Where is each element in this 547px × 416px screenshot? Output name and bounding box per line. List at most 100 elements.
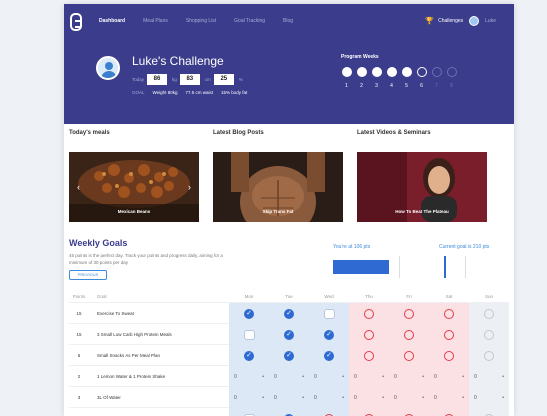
row-points: 15 [76,332,82,337]
day-cell[interactable]: 0 • [469,366,509,387]
day-cell[interactable]: 0 • [309,366,349,387]
day-cell[interactable] [349,324,389,345]
day-cell[interactable] [469,324,509,345]
stepper-dot[interactable]: • [342,395,344,401]
nav-dashboard[interactable]: Dashboard [99,18,125,24]
day-cell[interactable]: 0 • [349,387,389,408]
day-cell[interactable]: ✓ [309,324,349,345]
stepper-value: 0 [354,373,357,380]
waist-input[interactable]: 83 [179,74,200,85]
chevron-left-icon[interactable]: ‹ [77,182,80,192]
day-cell[interactable] [309,303,349,324]
day-cell[interactable]: 0 • [429,387,469,408]
day-cell[interactable] [469,408,509,416]
goal-label: GOAL [132,90,145,95]
bodyfat-unit: % [238,77,243,82]
day-cell[interactable]: 0 • [349,366,389,387]
day-cell[interactable] [229,324,269,345]
stepper-dot[interactable]: • [502,395,504,401]
day-cell[interactable] [229,408,269,416]
day-cell[interactable] [309,408,349,416]
stepper-value: 0 [474,373,477,380]
day-cell[interactable] [349,408,389,416]
day-cell[interactable]: ✓ [269,345,309,366]
day-cell[interactable] [429,303,469,324]
day-cell[interactable]: 0 • [269,387,309,408]
check-icon: ✓ [284,329,294,340]
stepper-dot[interactable]: • [262,374,264,380]
week-1[interactable]: 1 [341,67,352,89]
nav-goal-tracking[interactable]: Goal Tracking [234,18,265,24]
week-6[interactable]: 6 [416,67,427,89]
stepper-dot[interactable]: • [302,374,304,380]
day-cell[interactable] [349,345,389,366]
stepper-dot[interactable]: • [422,374,424,380]
user-avatar[interactable] [469,16,480,26]
week-5[interactable]: 5 [401,67,412,89]
profile-avatar[interactable] [96,56,120,80]
day-cell[interactable] [389,303,429,324]
week-3[interactable]: 3 [371,67,382,89]
day-cell[interactable]: ✓ [269,408,309,416]
nav-user-name[interactable]: Luke [485,18,496,24]
day-cell[interactable] [389,408,429,416]
week-2[interactable]: 2 [356,67,367,89]
goal-points-label: Current goal is 210 pts [439,244,490,250]
empty-circle-icon [364,308,374,319]
empty-circle-icon [404,329,414,340]
meal-card[interactable]: Mexican Beans ‹ › [69,152,199,222]
day-cell[interactable]: ✓ [229,345,269,366]
day-cell[interactable]: 0 • [429,366,469,387]
stepper-dot[interactable]: • [502,374,504,380]
day-cell[interactable]: 0 • [309,387,349,408]
day-cell[interactable] [389,324,429,345]
day-cell[interactable] [389,345,429,366]
nav-meal-plans[interactable]: Meal Plans [143,18,168,24]
week-7[interactable]: 7 [431,67,442,89]
day-cell[interactable] [469,345,509,366]
weight-input[interactable]: 86 [147,74,168,85]
stepper-dot[interactable]: • [422,395,424,401]
day-cell[interactable]: ✓ [309,345,349,366]
app-logo[interactable] [70,13,82,31]
stepper-dot[interactable]: • [382,395,384,401]
stepper-dot[interactable]: • [462,374,464,380]
stepper-dot[interactable]: • [462,395,464,401]
day-cell[interactable] [429,324,469,345]
nav-blog[interactable]: Blog [283,18,293,24]
blog-card[interactable]: Skip Trans Fat [213,152,343,222]
bodyfat-input[interactable]: 25 [213,74,234,85]
row-goal: 3 Small Low Carb High Protein Meals [97,332,172,337]
nav-challenges[interactable]: Challenges [438,18,463,24]
day-cell[interactable]: 0 • [389,366,429,387]
day-cell[interactable]: ✓ [269,324,309,345]
nav-links: Dashboard Meal Plans Shopping List Goal … [99,18,293,24]
day-cell[interactable] [429,345,469,366]
day-cell[interactable]: ✓ [269,303,309,324]
stepper-dot[interactable]: • [302,395,304,401]
day-cell[interactable]: 0 • [229,387,269,408]
row-points: 5 [77,353,81,358]
day-cell[interactable]: 0 • [389,387,429,408]
day-cell[interactable]: 0 • [229,366,269,387]
stepper-dot[interactable]: • [382,374,384,380]
nav-shopping-list[interactable]: Shopping List [186,18,216,24]
day-cell[interactable] [429,408,469,416]
week-4[interactable]: 4 [386,67,397,89]
empty-circle-icon [364,329,374,340]
goal-weight: Weight 80kg [152,90,178,95]
quantity-stepper: 0 • [234,374,264,380]
stepper-dot[interactable]: • [262,395,264,401]
stepper-dot[interactable]: • [342,374,344,380]
day-cell[interactable]: 0 • [269,366,309,387]
chevron-right-icon[interactable]: › [188,182,191,192]
day-cell[interactable] [349,303,389,324]
quantity-stepper: 0 • [394,374,424,380]
video-card[interactable]: How To Beat The Plateau [357,152,487,222]
week-tracker: 1 2 3 4 5 6 7 8 [341,67,461,89]
previous-week-button[interactable]: PREVIOUS [69,270,107,280]
day-cell[interactable]: ✓ [229,303,269,324]
day-cell[interactable]: 0 • [469,387,509,408]
week-8[interactable]: 8 [446,67,457,89]
day-cell[interactable] [469,303,509,324]
